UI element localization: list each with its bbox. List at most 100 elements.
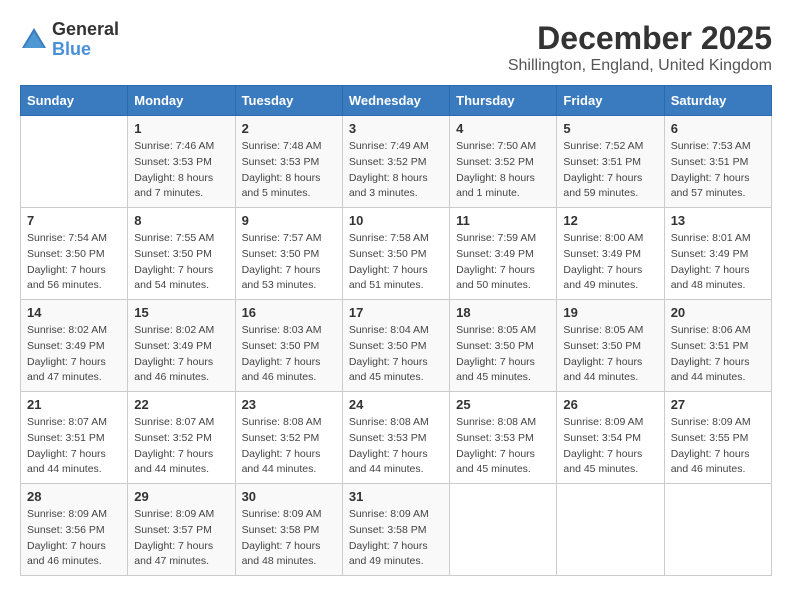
calendar-cell: 5 Sunrise: 7:52 AMSunset: 3:51 PMDaylight… — [557, 116, 664, 208]
calendar-cell: 23 Sunrise: 8:08 AMSunset: 3:52 PMDayligh… — [235, 392, 342, 484]
calendar-cell: 12 Sunrise: 8:00 AMSunset: 3:49 PMDayligh… — [557, 208, 664, 300]
header-day-wednesday: Wednesday — [342, 86, 449, 116]
day-number: 15 — [134, 305, 228, 320]
day-number: 22 — [134, 397, 228, 412]
page-header: General Blue December 2025 Shillington, … — [20, 20, 772, 75]
calendar-cell: 24 Sunrise: 8:08 AMSunset: 3:53 PMDayligh… — [342, 392, 449, 484]
day-number: 3 — [349, 121, 443, 136]
calendar-cell — [664, 484, 771, 576]
header-day-thursday: Thursday — [450, 86, 557, 116]
day-info: Sunrise: 8:08 AMSunset: 3:53 PMDaylight:… — [456, 415, 550, 478]
calendar-cell: 6 Sunrise: 7:53 AMSunset: 3:51 PMDaylight… — [664, 116, 771, 208]
calendar-cell: 25 Sunrise: 8:08 AMSunset: 3:53 PMDayligh… — [450, 392, 557, 484]
day-number: 2 — [242, 121, 336, 136]
calendar-cell: 21 Sunrise: 8:07 AMSunset: 3:51 PMDayligh… — [21, 392, 128, 484]
day-info: Sunrise: 8:09 AMSunset: 3:58 PMDaylight:… — [349, 507, 443, 570]
calendar-cell: 9 Sunrise: 7:57 AMSunset: 3:50 PMDaylight… — [235, 208, 342, 300]
calendar-cell: 18Sunrise: 8:05 AMSunset: 3:50 PMDayligh… — [450, 300, 557, 392]
day-number: 24 — [349, 397, 443, 412]
day-number: 26 — [563, 397, 657, 412]
calendar-cell: 10 Sunrise: 7:58 AMSunset: 3:50 PMDayligh… — [342, 208, 449, 300]
day-number: 19 — [563, 305, 657, 320]
header-day-friday: Friday — [557, 86, 664, 116]
day-number: 27 — [671, 397, 765, 412]
calendar-cell: 22 Sunrise: 8:07 AMSunset: 3:52 PMDayligh… — [128, 392, 235, 484]
day-info: Sunrise: 7:57 AMSunset: 3:50 PMDaylight:… — [242, 231, 336, 294]
day-info: Sunrise: 8:08 AMSunset: 3:52 PMDaylight:… — [242, 415, 336, 478]
day-info: Sunrise: 8:09 AMSunset: 3:58 PMDaylight:… — [242, 507, 336, 570]
week-row-1: 1 Sunrise: 7:46 AMSunset: 3:53 PMDaylight… — [21, 116, 772, 208]
day-info: Sunrise: 8:02 AMSunset: 3:49 PMDaylight:… — [134, 323, 228, 386]
calendar-cell: 2 Sunrise: 7:48 AMSunset: 3:53 PMDaylight… — [235, 116, 342, 208]
calendar-cell: 4Sunrise: 7:50 AMSunset: 3:52 PMDaylight… — [450, 116, 557, 208]
week-row-2: 7 Sunrise: 7:54 AMSunset: 3:50 PMDaylight… — [21, 208, 772, 300]
day-info: Sunrise: 8:04 AMSunset: 3:50 PMDaylight:… — [349, 323, 443, 386]
day-info: Sunrise: 7:54 AMSunset: 3:50 PMDaylight:… — [27, 231, 121, 294]
day-number: 31 — [349, 489, 443, 504]
calendar-cell — [557, 484, 664, 576]
day-info: Sunrise: 7:58 AMSunset: 3:50 PMDaylight:… — [349, 231, 443, 294]
calendar-cell: 28 Sunrise: 8:09 AMSunset: 3:56 PMDayligh… — [21, 484, 128, 576]
day-number: 28 — [27, 489, 121, 504]
day-number: 14 — [27, 305, 121, 320]
day-info: Sunrise: 8:09 AMSunset: 3:56 PMDaylight:… — [27, 507, 121, 570]
day-info: Sunrise: 7:52 AMSunset: 3:51 PMDaylight:… — [563, 139, 657, 202]
day-number: 11 — [456, 213, 550, 228]
header-row: SundayMondayTuesdayWednesdayThursdayFrid… — [21, 86, 772, 116]
calendar-cell: 27Sunrise: 8:09 AMSunset: 3:55 PMDayligh… — [664, 392, 771, 484]
day-number: 9 — [242, 213, 336, 228]
day-number: 12 — [563, 213, 657, 228]
day-info: Sunrise: 8:02 AMSunset: 3:49 PMDaylight:… — [27, 323, 121, 386]
calendar-cell — [450, 484, 557, 576]
calendar-cell: 30Sunrise: 8:09 AMSunset: 3:58 PMDayligh… — [235, 484, 342, 576]
day-info: Sunrise: 7:50 AMSunset: 3:52 PMDaylight:… — [456, 139, 550, 202]
day-number: 16 — [242, 305, 336, 320]
day-info: Sunrise: 7:49 AMSunset: 3:52 PMDaylight:… — [349, 139, 443, 202]
day-info: Sunrise: 8:09 AMSunset: 3:54 PMDaylight:… — [563, 415, 657, 478]
day-number: 25 — [456, 397, 550, 412]
day-number: 17 — [349, 305, 443, 320]
title-section: December 2025 Shillington, England, Unit… — [508, 20, 772, 75]
day-number: 8 — [134, 213, 228, 228]
logo-icon — [20, 26, 48, 54]
calendar-cell: 19 Sunrise: 8:05 AMSunset: 3:50 PMDayligh… — [557, 300, 664, 392]
day-info: Sunrise: 7:46 AMSunset: 3:53 PMDaylight:… — [134, 139, 228, 202]
calendar-cell: 11 Sunrise: 7:59 AMSunset: 3:49 PMDayligh… — [450, 208, 557, 300]
calendar-cell: 14 Sunrise: 8:02 AMSunset: 3:49 PMDayligh… — [21, 300, 128, 392]
day-info: Sunrise: 7:53 AMSunset: 3:51 PMDaylight:… — [671, 139, 765, 202]
day-number: 1 — [134, 121, 228, 136]
day-number: 21 — [27, 397, 121, 412]
day-number: 23 — [242, 397, 336, 412]
day-info: Sunrise: 7:59 AMSunset: 3:49 PMDaylight:… — [456, 231, 550, 294]
day-number: 18 — [456, 305, 550, 320]
day-info: Sunrise: 8:07 AMSunset: 3:52 PMDaylight:… — [134, 415, 228, 478]
calendar-cell: 17 Sunrise: 8:04 AMSunset: 3:50 PMDayligh… — [342, 300, 449, 392]
calendar-cell: 1 Sunrise: 7:46 AMSunset: 3:53 PMDaylight… — [128, 116, 235, 208]
day-info: Sunrise: 8:07 AMSunset: 3:51 PMDaylight:… — [27, 415, 121, 478]
day-number: 10 — [349, 213, 443, 228]
day-number: 5 — [563, 121, 657, 136]
day-number: 6 — [671, 121, 765, 136]
calendar-cell: 29Sunrise: 8:09 AMSunset: 3:57 PMDayligh… — [128, 484, 235, 576]
logo-general: General Blue — [52, 20, 119, 60]
header-day-saturday: Saturday — [664, 86, 771, 116]
day-info: Sunrise: 8:08 AMSunset: 3:53 PMDaylight:… — [349, 415, 443, 478]
calendar-table: SundayMondayTuesdayWednesdayThursdayFrid… — [20, 85, 772, 576]
month-title: December 2025 — [508, 20, 772, 57]
day-info: Sunrise: 8:05 AMSunset: 3:50 PMDaylight:… — [563, 323, 657, 386]
week-row-5: 28 Sunrise: 8:09 AMSunset: 3:56 PMDayligh… — [21, 484, 772, 576]
day-info: Sunrise: 8:09 AMSunset: 3:57 PMDaylight:… — [134, 507, 228, 570]
header-day-sunday: Sunday — [21, 86, 128, 116]
header-day-monday: Monday — [128, 86, 235, 116]
day-info: Sunrise: 7:48 AMSunset: 3:53 PMDaylight:… — [242, 139, 336, 202]
calendar-cell: 31 Sunrise: 8:09 AMSunset: 3:58 PMDayligh… — [342, 484, 449, 576]
day-info: Sunrise: 8:00 AMSunset: 3:49 PMDaylight:… — [563, 231, 657, 294]
day-info: Sunrise: 8:06 AMSunset: 3:51 PMDaylight:… — [671, 323, 765, 386]
calendar-cell — [21, 116, 128, 208]
day-info: Sunrise: 8:03 AMSunset: 3:50 PMDaylight:… — [242, 323, 336, 386]
calendar-cell: 13Sunrise: 8:01 AMSunset: 3:49 PMDayligh… — [664, 208, 771, 300]
day-number: 13 — [671, 213, 765, 228]
day-number: 20 — [671, 305, 765, 320]
day-number: 7 — [27, 213, 121, 228]
calendar-cell: 3 Sunrise: 7:49 AMSunset: 3:52 PMDaylight… — [342, 116, 449, 208]
